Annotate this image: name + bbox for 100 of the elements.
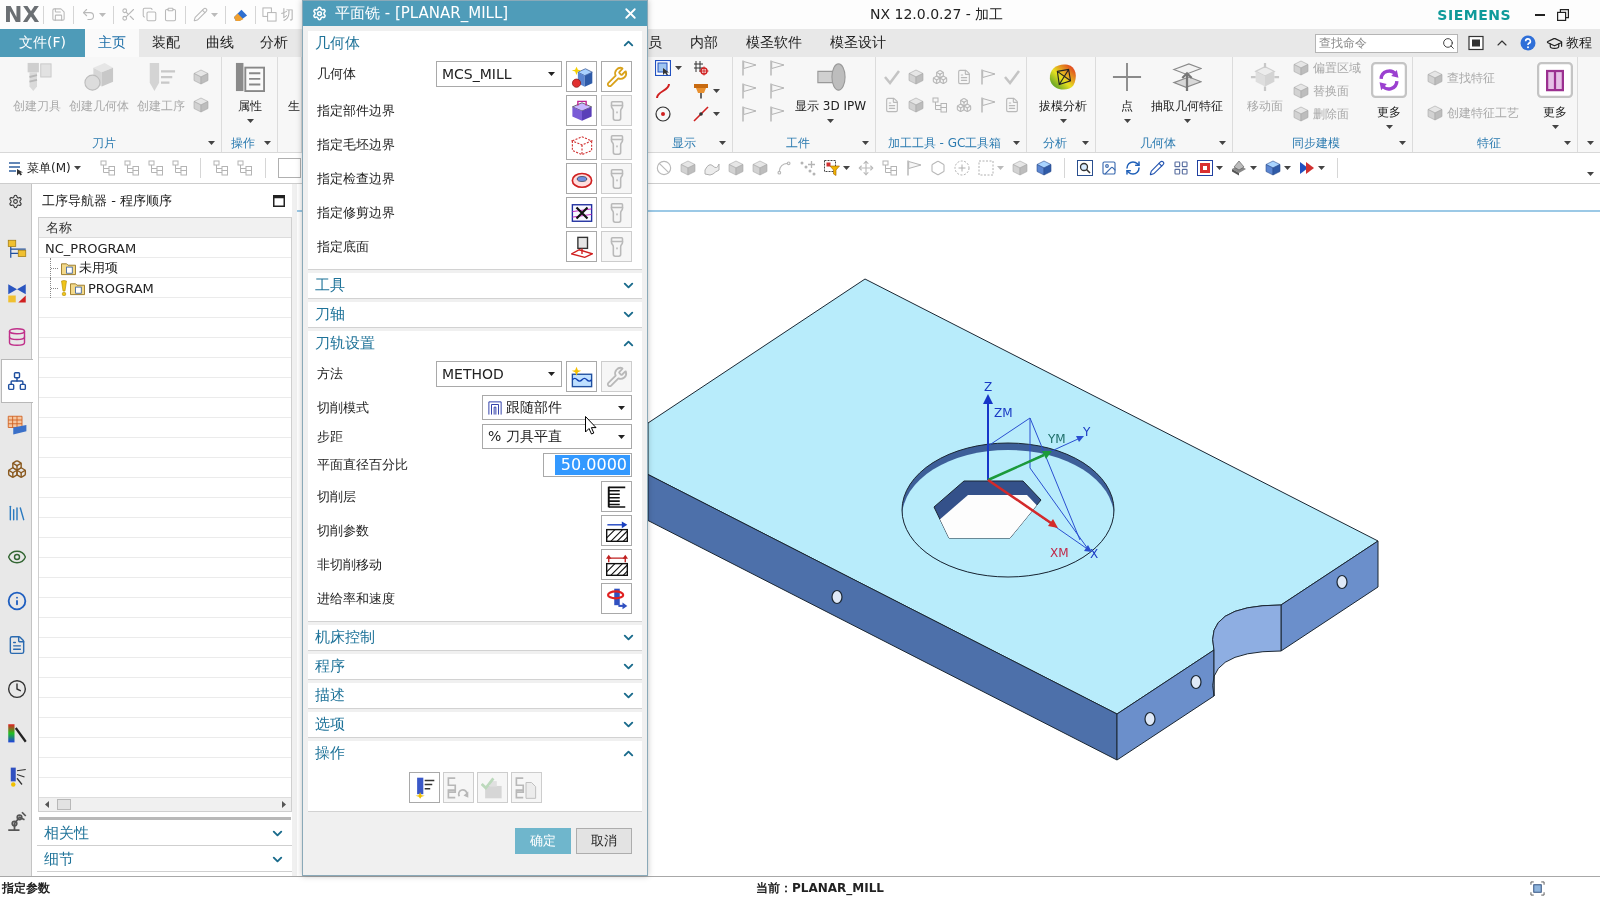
fit-view-icon[interactable] bbox=[1530, 881, 1545, 896]
tutorial-button[interactable]: 教程 bbox=[1546, 34, 1592, 52]
restore-icon[interactable] bbox=[1557, 8, 1569, 21]
column-header[interactable]: 名称 bbox=[39, 218, 291, 238]
caret-down-icon[interactable] bbox=[1216, 166, 1223, 170]
curve-icon[interactable] bbox=[655, 83, 671, 99]
section-header[interactable]: 几何体 bbox=[308, 31, 642, 56]
circle-dot-icon[interactable] bbox=[655, 106, 671, 122]
menu-button[interactable]: 菜单(M) bbox=[8, 159, 81, 177]
field-label: 指定底面 bbox=[317, 238, 369, 256]
ribbon-tab[interactable]: 员 bbox=[648, 29, 676, 57]
icon-button[interactable] bbox=[566, 231, 597, 262]
minimize-icon[interactable] bbox=[1535, 13, 1545, 16]
window-icon[interactable] bbox=[1468, 35, 1484, 51]
panel-header[interactable]: 相关性 bbox=[37, 822, 292, 846]
caret-down-icon[interactable] bbox=[713, 112, 720, 116]
window-icon[interactable] bbox=[655, 60, 671, 76]
icon-button[interactable] bbox=[601, 515, 632, 546]
icon-button[interactable] bbox=[566, 95, 597, 126]
pencil-icon[interactable] bbox=[1149, 160, 1165, 176]
tool-holder-icon[interactable] bbox=[693, 83, 709, 99]
icon-button[interactable] bbox=[601, 583, 632, 614]
dropdown[interactable]: MCS_MILL bbox=[436, 61, 562, 87]
section-header[interactable]: 描述 bbox=[308, 683, 642, 708]
close-icon[interactable] bbox=[622, 5, 639, 22]
caret-down-icon[interactable] bbox=[1219, 141, 1226, 145]
line-icon[interactable] bbox=[693, 106, 709, 122]
cube-icon[interactable] bbox=[1265, 160, 1281, 176]
settings-icon[interactable] bbox=[8, 193, 23, 209]
section-header[interactable]: 工具 bbox=[308, 273, 642, 298]
caret-down-icon[interactable] bbox=[1587, 172, 1594, 176]
icon-button[interactable] bbox=[566, 197, 597, 228]
section-header[interactable]: 程序 bbox=[308, 654, 642, 679]
ribbon-tab[interactable]: 内部 bbox=[676, 29, 732, 57]
tree-item[interactable]: NC_PROGRAM bbox=[43, 239, 139, 257]
grid-cross-icon[interactable] bbox=[693, 60, 709, 76]
caret-down-icon[interactable] bbox=[675, 66, 682, 70]
ribbon-button[interactable]: 更多 bbox=[1367, 57, 1411, 134]
ribbon-button[interactable]: 更多 bbox=[1533, 57, 1577, 134]
icon-button[interactable] bbox=[601, 481, 632, 512]
cancel-button[interactable]: 取消 bbox=[576, 828, 632, 854]
ribbon-tab[interactable]: 装配 bbox=[139, 29, 193, 57]
ribbon-button[interactable]: 生 bbox=[284, 57, 302, 134]
caret-down-icon[interactable] bbox=[1284, 166, 1291, 170]
icon-button[interactable] bbox=[566, 361, 597, 392]
caret-down-icon[interactable] bbox=[719, 141, 726, 145]
caret-down-icon[interactable] bbox=[1564, 141, 1571, 145]
window-icon[interactable] bbox=[1197, 160, 1213, 176]
ribbon-tab[interactable]: 模圣软件 bbox=[732, 29, 816, 57]
ribbon-button[interactable]: 属性 bbox=[231, 57, 269, 134]
dropdown[interactable]: METHOD bbox=[436, 361, 562, 387]
icon-button[interactable] bbox=[408, 772, 440, 803]
caret-down-icon[interactable] bbox=[843, 166, 850, 170]
rotate-icon[interactable] bbox=[1125, 160, 1141, 176]
dropdown[interactable]: % 刀具平直 bbox=[482, 424, 632, 449]
dropdown-field[interactable] bbox=[277, 158, 301, 178]
ribbon-button[interactable]: 显示 3D IPW bbox=[791, 57, 871, 134]
ribbon-tab[interactable]: 模圣设计 bbox=[816, 29, 900, 57]
panel-header[interactable]: 细节 bbox=[37, 848, 292, 872]
caret-down-icon[interactable] bbox=[713, 89, 720, 93]
command-search-field[interactable]: 查找命令 bbox=[1315, 33, 1458, 53]
scrollbar-thumb[interactable] bbox=[57, 799, 71, 810]
caret-down-icon[interactable] bbox=[1399, 141, 1406, 145]
caret-down-icon[interactable] bbox=[1318, 166, 1325, 170]
resource-tab[interactable] bbox=[0, 359, 33, 403]
section-header[interactable]: 刀轨设置 bbox=[308, 331, 642, 356]
ribbon-tab[interactable]: 曲线 bbox=[193, 29, 247, 57]
section-header[interactable]: 操作 bbox=[308, 741, 642, 766]
icon-button[interactable] bbox=[601, 549, 632, 580]
tree-item[interactable]: PROGRAM bbox=[59, 279, 156, 297]
magnifier-icon[interactable] bbox=[1077, 160, 1093, 176]
ribbon-tab[interactable]: 分析 bbox=[247, 29, 301, 57]
pyramid-icon[interactable] bbox=[1231, 160, 1247, 176]
filter-icon[interactable] bbox=[824, 160, 840, 176]
eraser-icon[interactable] bbox=[233, 7, 249, 22]
double-arrow-icon[interactable] bbox=[1299, 160, 1315, 176]
ribbon-button[interactable]: 点 bbox=[1108, 57, 1146, 134]
grid-icon[interactable] bbox=[1173, 160, 1189, 176]
cube-icon[interactable] bbox=[1036, 160, 1052, 176]
icon-button[interactable] bbox=[566, 61, 597, 92]
dropdown[interactable]: 跟随部件 bbox=[482, 395, 632, 420]
caret-down-icon[interactable] bbox=[1013, 141, 1020, 145]
caret-down-icon[interactable] bbox=[264, 141, 271, 145]
ribbon-tab[interactable]: 主页 bbox=[85, 29, 139, 57]
section-header[interactable]: 选项 bbox=[308, 712, 642, 737]
section-header[interactable]: 刀轴 bbox=[308, 302, 642, 327]
image-icon[interactable] bbox=[1101, 160, 1117, 176]
section-header[interactable]: 机床控制 bbox=[308, 625, 642, 650]
ribbon-button[interactable]: 拔模分析 bbox=[1035, 57, 1091, 134]
scrollbar[interactable] bbox=[39, 797, 291, 811]
caret-down-icon[interactable] bbox=[1082, 141, 1089, 145]
caret-down-icon[interactable] bbox=[208, 141, 215, 145]
ribbon-button[interactable]: 抽取几何特征 bbox=[1147, 57, 1227, 134]
caret-down-icon[interactable] bbox=[1587, 141, 1594, 145]
caret-down-icon[interactable] bbox=[862, 141, 869, 145]
maximize-icon[interactable] bbox=[273, 194, 285, 207]
caret-down-icon[interactable] bbox=[1250, 166, 1257, 170]
search-icon[interactable] bbox=[1442, 36, 1455, 50]
help-icon[interactable] bbox=[1520, 35, 1536, 51]
tree-item[interactable]: 未用项 bbox=[59, 259, 120, 277]
